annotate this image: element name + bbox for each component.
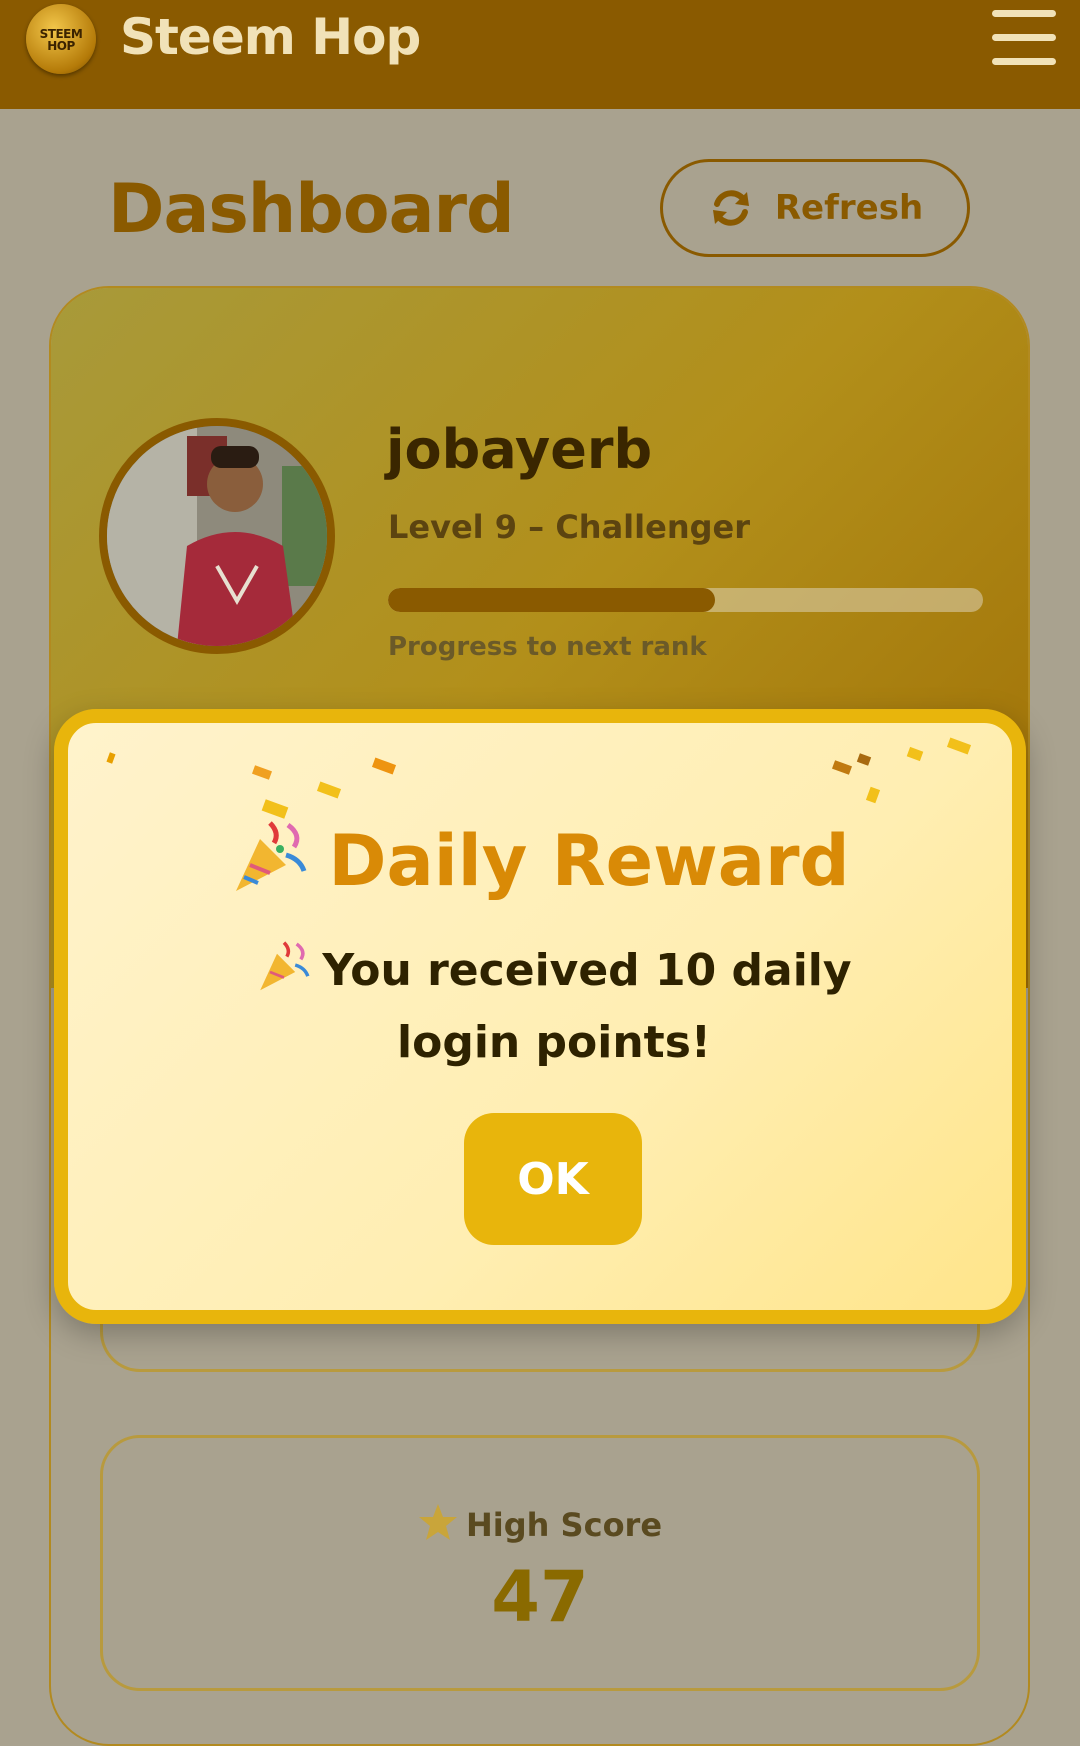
modal-title-row: Daily Reward [68,815,1012,902]
star-icon [418,1504,457,1540]
confetti-decoration [832,760,852,775]
refresh-button[interactable]: Refresh [660,159,970,257]
confetti-decoration [906,746,924,762]
confetti-decoration [252,765,272,780]
hamburger-menu-icon[interactable] [992,10,1056,66]
high-score-card: High Score 47 [100,1435,980,1691]
ok-button[interactable]: OK [464,1113,642,1245]
high-score-value: 47 [491,1556,589,1638]
party-popper-icon [236,821,307,891]
page-title: Dashboard [108,170,515,249]
modal-title: Daily Reward [328,820,850,902]
confetti-decoration [856,753,872,766]
confetti-decoration [946,737,972,755]
confetti-decoration [316,781,342,799]
level-label: Level 9 – Challenger [388,508,750,546]
app-logo[interactable]: STEEM HOP [26,4,96,74]
progress-label: Progress to next rank [388,632,707,662]
high-score-label-row: High Score [103,1502,977,1544]
party-popper-icon [260,941,310,991]
app-brand-name[interactable]: Steem Hop [120,8,421,66]
confetti-decoration [371,757,397,775]
avatar-photo [107,426,327,646]
refresh-label: Refresh [774,188,924,228]
avatar[interactable] [99,418,335,654]
app-header: STEEM HOP Steem Hop [0,0,1080,109]
ok-button-label: OK [517,1153,589,1205]
modal-message: You received 10 daily login points! [322,945,852,1068]
logo-text: STEEM HOP [39,27,83,53]
modal-message-row: You received 10 daily login points! [218,935,890,1079]
daily-reward-modal: Daily Reward You received 10 daily login… [54,709,1026,1324]
high-score-label: High Score [465,1506,663,1544]
username: jobayerb [386,418,653,481]
refresh-icon [712,190,749,226]
confetti-decoration [106,752,116,764]
rank-progress-fill [388,588,716,612]
confetti-decoration [865,786,881,804]
rank-progress-bar [388,588,983,612]
